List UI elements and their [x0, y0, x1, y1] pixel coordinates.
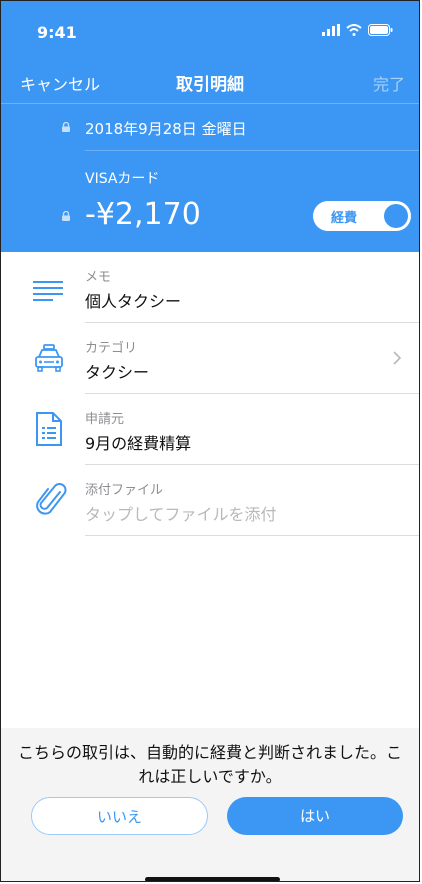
memo-value: 個人タクシー [85, 292, 182, 311]
expense-toggle[interactable]: 経費 [313, 201, 411, 231]
no-button[interactable]: いいえ [31, 797, 208, 835]
status-time: 9:41 [37, 23, 77, 42]
lines-icon [33, 281, 63, 301]
source-value: 9月の経費精算 [85, 434, 192, 453]
date-row: 2018年9月28日 金曜日 [1, 104, 419, 150]
category-row[interactable]: カテゴリ タクシー [1, 323, 419, 393]
category-value: タクシー [85, 363, 150, 382]
attachment-placeholder: タップしてファイルを添付 [85, 505, 277, 524]
chevron-right-icon [393, 351, 401, 365]
attachment-label: 添付ファイル [85, 483, 164, 498]
transaction-header: 9:41 キャンセル 取引明細 完了 2018年9月28日 金曜日 VISAカー… [1, 1, 419, 252]
source-label: 申請元 [85, 412, 125, 427]
transaction-amount: -¥2,170 [85, 197, 201, 232]
memo-label: メモ [85, 270, 112, 285]
date-divider [85, 150, 419, 151]
document-icon [36, 412, 62, 446]
lock-icon [62, 211, 70, 221]
paperclip-icon [36, 483, 67, 515]
expense-toggle-label: 経費 [331, 211, 358, 226]
done-button[interactable]: 完了 [373, 71, 405, 95]
attachment-row[interactable]: 添付ファイル タップしてファイルを添付 [1, 465, 419, 535]
confirmation-message: こちらの取引は、自動的に経費と判断されました。これは正しいですか。 [17, 743, 402, 786]
lock-icon [62, 122, 70, 132]
wifi-icon [346, 24, 362, 36]
toggle-knob [384, 204, 408, 228]
card-name: VISAカード [85, 171, 160, 187]
memo-row[interactable]: メモ 個人タクシー [1, 252, 419, 322]
row-divider [85, 535, 419, 536]
home-indicator [145, 877, 280, 881]
nav-bar: キャンセル 取引明細 完了 [1, 63, 419, 101]
source-row[interactable]: 申請元 9月の経費精算 [1, 394, 419, 464]
taxi-icon [35, 344, 63, 372]
yes-button[interactable]: はい [227, 797, 403, 835]
phone-screen: 9:41 キャンセル 取引明細 完了 2018年9月28日 金曜日 VISAカー… [0, 0, 420, 882]
battery-icon [368, 24, 393, 36]
category-label: カテゴリ [85, 341, 138, 356]
signal-icon [322, 24, 340, 36]
status-icons [322, 24, 393, 36]
page-title: 取引明細 [176, 75, 244, 95]
confirmation-panel: こちらの取引は、自動的に経費と判断されました。これは正しいですか。 いいえ はい [1, 728, 419, 881]
transaction-date: 2018年9月28日 金曜日 [85, 120, 247, 138]
